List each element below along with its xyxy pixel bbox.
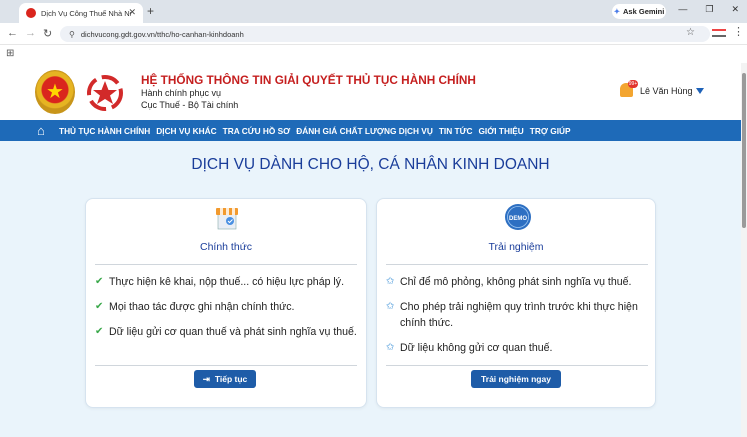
star-outline-icon: ✩ — [386, 301, 395, 312]
list-item-text: Cho phép trải nghiệm quy trình trước khi… — [400, 301, 638, 329]
gemini-icon: ✦ — [613, 7, 621, 16]
user-menu-caret-icon[interactable] — [696, 88, 704, 94]
browser-tab[interactable]: Dịch Vụ Công Thuế Nhà Nước ✕ — [19, 3, 143, 23]
demo-card: DEMO Trải nghiệm ✩ Chỉ để mô phỏng, khôn… — [376, 198, 656, 408]
nav-item-danh-gia[interactable]: ĐÁNH GIÁ CHẤT LƯỢNG DỊCH VỤ — [296, 126, 433, 136]
page-title: DỊCH VỤ DÀNH CHO HỘ, CÁ NHÂN KINH DOANH — [191, 156, 550, 173]
try-demo-button[interactable]: Trải nghiệm ngay — [471, 370, 561, 388]
login-arrow-icon: ⇥ — [202, 373, 210, 384]
header-subtitle: Hành chính phục vụ Cục Thuế - Bộ Tài chí… — [141, 87, 238, 111]
list-item: ✔ Mọi thao tác được ghi nhận chính thức. — [95, 299, 361, 315]
check-circle-icon: ✔ — [95, 326, 104, 337]
back-icon[interactable]: ← — [7, 27, 18, 39]
site-header: ★ HỆ THỐNG THÔNG TIN GIẢI QUYẾT THỦ TỤC … — [0, 63, 747, 120]
try-demo-button-label: Trải nghiệm ngay — [481, 374, 551, 384]
user-name[interactable]: Lê Văn Hùng — [640, 86, 693, 96]
apps-grid-icon[interactable]: ⊞ — [6, 48, 14, 59]
ask-gemini-label: Ask Gemini — [623, 7, 665, 16]
extension-icon[interactable] — [712, 29, 726, 37]
demo-card-title: Trải nghiệm — [488, 241, 544, 253]
nav-item-thu-tuc-hanh-chinh[interactable]: THỦ TỤC HÀNH CHÍNH — [59, 126, 150, 136]
restore-icon[interactable]: ❐ — [705, 4, 713, 15]
list-item-text: Mọi thao tác được ghi nhận chính thức. — [109, 301, 295, 313]
notification-badge: 99+ — [628, 80, 638, 88]
site-favicon-icon — [26, 8, 36, 18]
official-card-title: Chính thức — [200, 241, 252, 253]
demo-icon-label: DEMO — [509, 216, 527, 222]
bookmarks-bar: ⊞ — [0, 45, 747, 63]
demo-icon: DEMO — [505, 204, 531, 230]
home-icon[interactable]: ⌂ — [37, 123, 53, 138]
list-item: ✩ Chỉ để mô phỏng, không phát sinh nghĩa… — [386, 274, 652, 290]
reload-icon[interactable]: ↻ — [43, 27, 52, 40]
close-window-icon[interactable]: ✕ — [731, 4, 739, 15]
bookmark-star-icon[interactable]: ☆ — [686, 27, 695, 38]
list-item: ✔ Thực hiện kê khai, nộp thuế... có hiệu… — [95, 274, 361, 290]
nav-item-gioi-thieu[interactable]: GIỚI THIỆU — [478, 126, 523, 136]
continue-button[interactable]: ⇥ Tiếp tục — [194, 370, 256, 388]
page-scrollbar[interactable] — [741, 63, 747, 437]
list-item: ✩ Dữ liệu không gửi cơ quan thuế. — [386, 340, 652, 356]
official-card: Chính thức ✔ Thực hiện kê khai, nộp thuế… — [85, 198, 367, 408]
national-emblem-icon: ★ — [35, 70, 75, 114]
browser-tab-strip: Dịch Vụ Công Thuế Nhà Nước ✕ + ✦ Ask Gem… — [0, 0, 747, 23]
main-nav: ⌂ THỦ TỤC HÀNH CHÍNH DỊCH VỤ KHÁC TRA CỨ… — [0, 120, 741, 141]
tab-title: Dịch Vụ Công Thuế Nhà Nước — [41, 8, 131, 18]
system-title: HỆ THỐNG THÔNG TIN GIẢI QUYẾT THỦ TỤC HÀ… — [141, 73, 476, 87]
list-item-text: Dữ liệu gửi cơ quan thuế và phát sinh ng… — [109, 326, 357, 338]
check-circle-icon: ✔ — [95, 276, 104, 287]
minimize-icon[interactable]: — — [678, 4, 687, 15]
list-item: ✔ Dữ liệu gửi cơ quan thuế và phát sinh … — [95, 324, 361, 340]
star-outline-icon: ✩ — [386, 342, 395, 353]
address-toolbar: ← → ↻ ⚲ dichvucong.gdt.gov.vn/tthc/ho-ca… — [0, 23, 747, 45]
scrollbar-thumb[interactable] — [742, 73, 746, 228]
window-controls: — ❐ ✕ — [678, 4, 739, 15]
star-outline-icon: ✩ — [386, 276, 395, 287]
browser-menu-icon[interactable]: ⋮ — [733, 25, 744, 38]
divider — [95, 264, 357, 265]
divider — [386, 264, 648, 265]
new-tab-icon[interactable]: + — [147, 4, 154, 18]
divider — [386, 365, 648, 366]
continue-button-label: Tiếp tục — [214, 374, 248, 384]
subtitle-line-2: Cục Thuế - Bộ Tài chính — [141, 100, 239, 110]
site-info-icon[interactable]: ⚲ — [69, 30, 75, 39]
check-circle-icon: ✔ — [95, 301, 104, 312]
nav-item-dich-vu-khac[interactable]: DỊCH VỤ KHÁC — [156, 126, 216, 136]
list-item-text: Chỉ để mô phỏng, không phát sinh nghĩa v… — [400, 276, 632, 288]
address-bar[interactable]: ⚲ dichvucong.gdt.gov.vn/tthc/ho-canhan-k… — [60, 26, 710, 42]
tax-department-logo-icon — [87, 75, 123, 111]
list-item-text: Thực hiện kê khai, nộp thuế... có hiệu l… — [109, 276, 345, 288]
subtitle-line-1: Hành chính phục vụ — [141, 88, 222, 98]
ask-gemini-button[interactable]: ✦ Ask Gemini — [612, 4, 666, 19]
main-content: DỊCH VỤ DÀNH CHO HỘ, CÁ NHÂN KINH DOANH … — [0, 141, 741, 437]
nav-item-tro-giup[interactable]: TRỢ GIÚP — [530, 126, 571, 136]
forward-icon[interactable]: → — [25, 27, 36, 39]
close-tab-icon[interactable]: ✕ — [128, 7, 136, 18]
list-item-text: Dữ liệu không gửi cơ quan thuế. — [400, 342, 553, 354]
nav-item-tra-cuu-ho-so[interactable]: TRA CỨU HỒ SƠ — [223, 126, 291, 136]
list-item: ✩ Cho phép trải nghiệm quy trình trước k… — [386, 299, 652, 331]
store-icon — [216, 208, 238, 230]
notification-bell-icon[interactable]: 99+ — [619, 80, 638, 99]
nav-item-tin-tuc[interactable]: TIN TỨC — [439, 126, 473, 136]
divider — [95, 365, 357, 366]
url-text: dichvucong.gdt.gov.vn/tthc/ho-canhan-kin… — [80, 29, 244, 39]
